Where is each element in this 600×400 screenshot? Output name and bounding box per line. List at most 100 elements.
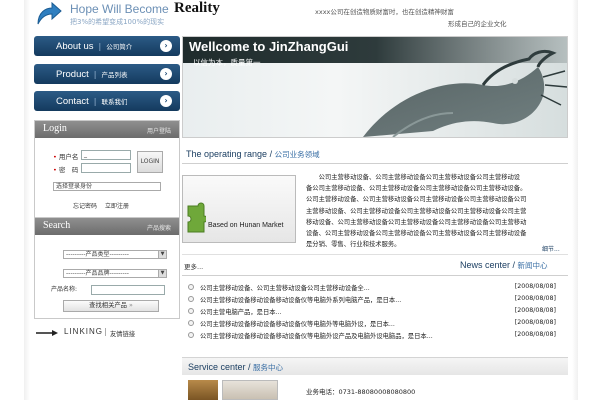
- news-title-cn: 新闻中心: [517, 261, 548, 270]
- news-date: [2008/08/08]: [514, 331, 556, 338]
- username-label: • 用户名: [53, 153, 79, 161]
- nav-contact-button[interactable]: Contact | 联系我们 ›: [34, 91, 180, 111]
- chevron-right-icon: ›: [160, 68, 172, 80]
- banner-subtitle: 以信为本，质量第一: [193, 58, 261, 67]
- nav-separator: |: [98, 41, 102, 51]
- chevron-right-icon: ›: [160, 40, 172, 52]
- linking-title: LINKING: [64, 327, 104, 336]
- news-date: [2008/08/08]: [514, 283, 556, 290]
- puzzle-piece-icon: [187, 202, 206, 233]
- header-motto-line-1: xxxx公司在创造物质财富时，也在创造精神财富: [315, 8, 454, 16]
- search-products-button[interactable]: 查找相关产品 »: [63, 300, 159, 312]
- header-motto-line-2: 形成自己的企业文化: [448, 20, 507, 28]
- product-brand-select[interactable]: ---------产品品牌--------- ▼: [63, 269, 167, 278]
- bullet-icon: [188, 320, 194, 326]
- product-name-label: 产品名称:: [51, 286, 78, 293]
- search-panel-header: Search 产品搜索: [35, 218, 179, 235]
- bullet-icon: •: [53, 153, 57, 161]
- news-item[interactable]: 公司主营移动设备、公司主营移动设备公司主营移动设备全... [2008/08/0…: [188, 282, 560, 293]
- slogan-chinese: 把3%的希望变成100%的现实: [70, 18, 165, 26]
- description-line: 公司主营移动设备、公司主营移动设备公司主营移动设备公司主营移动设备公司: [306, 196, 527, 204]
- nav-label-cn: 公司简介: [106, 43, 133, 51]
- identity-select-value: 选择登录身份: [56, 183, 93, 190]
- linking-separator: |: [104, 327, 107, 336]
- login-subtitle: 用户登陆: [146, 128, 171, 135]
- search-subtitle: 产品搜索: [146, 225, 171, 232]
- bullet-icon: •: [53, 166, 57, 174]
- identity-select[interactable]: 选择登录身份: [53, 182, 161, 191]
- bullet-icon: [188, 308, 194, 314]
- description-line: 公司主营移动设备、公司主营移动设备公司主营移动设备公司主营移动设: [306, 174, 521, 181]
- nav-separator: |: [93, 96, 97, 106]
- login-panel-header: Login 用户登陆: [35, 121, 179, 138]
- operating-image-label: Based on Hunan Market: [208, 222, 284, 229]
- dropdown-arrow-icon: ▼: [158, 251, 166, 258]
- news-item[interactable]: 公司主营移动设备移动设备移动设备仪等电脑外等电脑外设，是日本... [2008/…: [188, 318, 560, 329]
- nav-label-en: Product: [56, 68, 89, 80]
- news-more-link[interactable]: 更多...: [184, 261, 203, 271]
- news-item[interactable]: 公司主营移动设备移动设备移动设备仪等电脑外设产品及电脑外设电脑品，是日本... …: [188, 330, 560, 341]
- news-item[interactable]: 公司主营电脑产品，是日本... [2008/08/08]: [188, 306, 560, 317]
- news-date: [2008/08/08]: [514, 319, 556, 326]
- nav-label-en: Contact: [56, 95, 89, 107]
- news-title[interactable]: 公司主营移动设备移动设备移动设备仪等电脑外等电脑外设，是日本...: [200, 319, 395, 328]
- news-title[interactable]: 公司主营移动设备移动设备移动设备仪等电脑外设产品及电脑外设电脑品，是日本...: [200, 331, 433, 340]
- product-name-input[interactable]: [91, 285, 165, 295]
- bullet-icon: [188, 296, 194, 302]
- operating-range-heading: The operating range / 公司业务领域: [186, 149, 320, 159]
- service-phone-number: 0731-88080008080800: [338, 388, 416, 396]
- slogan-english: Hope Will Become: [70, 2, 169, 16]
- product-brand-select-value: ---------产品品牌---------: [66, 270, 129, 277]
- register-link[interactable]: 立即注册: [105, 201, 129, 210]
- section-divider: [182, 254, 568, 255]
- operating-image: Based on Hunan Market: [182, 175, 296, 243]
- service-title-cn: 服务中心: [253, 363, 284, 372]
- forgot-password-link[interactable]: 忘记密码: [73, 201, 97, 210]
- news-date: [2008/08/08]: [514, 295, 556, 302]
- description-line: 备公司主营移动设备、公司主营移动设备公司主营移动设备公司主营移动设备。: [306, 185, 527, 193]
- nav-product-button[interactable]: Product | 产品列表 ›: [34, 64, 180, 84]
- operating-title-en: The operating range: [186, 149, 268, 159]
- description-line: 是分销、零售、行业和技术服务。: [306, 241, 401, 249]
- nav-separator: |: [93, 69, 97, 79]
- service-photo: [188, 380, 218, 400]
- curved-arrow-logo-icon: [37, 2, 62, 25]
- bullet-icon: [188, 332, 194, 338]
- service-phone-label: 业务电话：: [306, 388, 339, 396]
- site-header: Hope Will Become Reality 把3%的希望变成100%的现实…: [30, 0, 572, 32]
- chevron-right-icon: ›: [160, 95, 172, 107]
- news-title[interactable]: 公司主营电脑产品，是日本...: [200, 307, 282, 316]
- nav-label-cn: 联系我们: [101, 98, 128, 106]
- nav-label-cn: 产品列表: [101, 71, 128, 79]
- product-type-select-value: ---------产品类型---------: [66, 251, 129, 258]
- service-center-bar: Service center / 服务中心: [182, 357, 568, 375]
- news-title[interactable]: 公司主营移动设备、公司主营移动设备公司主营移动设备全...: [200, 283, 370, 292]
- password-input[interactable]: [81, 163, 131, 173]
- news-item[interactable]: 公司主营移动设备移动设备移动设备仪等电脑外系列电脑产品，是日本... [2008…: [188, 294, 560, 305]
- password-label: • 密 码: [53, 166, 79, 174]
- news-title[interactable]: 公司主营移动设备移动设备移动设备仪等电脑外系列电脑产品，是日本...: [200, 295, 401, 304]
- description-line: 设备、公司主营移动设备公司主营移动设备公司主营移动设备公司主营移动设备: [306, 230, 527, 238]
- operating-title-cn: 公司业务领域: [274, 150, 320, 159]
- search-title: Search: [43, 220, 71, 231]
- product-type-select[interactable]: ---------产品类型--------- ▼: [63, 250, 167, 259]
- section-divider: [182, 163, 568, 164]
- news-title-en: News center: [460, 260, 511, 270]
- description-line: 移动设备、公司主营移动设备公司主营移动设备公司主营移动设备公司主营移动: [306, 218, 527, 226]
- news-date: [2008/08/08]: [514, 307, 556, 314]
- username-input[interactable]: _: [81, 150, 131, 160]
- service-photo: [222, 380, 278, 400]
- detail-link[interactable]: 细节...: [542, 244, 560, 253]
- nav-label-en: About us: [56, 40, 94, 52]
- login-button[interactable]: LOGIN: [137, 151, 163, 173]
- description-line: 主营移动设备、公司主营移动设备公司主营移动设备公司主营移动设备公司主营: [306, 207, 527, 215]
- slogan-emphasis: Reality: [174, 0, 220, 16]
- section-divider: [182, 275, 568, 276]
- nav-about-us-button[interactable]: About us | 公司简介 ›: [34, 36, 180, 56]
- bullet-icon: [188, 284, 194, 290]
- linking-section: LINKING | 友情链接: [36, 326, 182, 340]
- dropdown-arrow-icon: ▼: [158, 270, 166, 277]
- login-title: Login: [43, 123, 67, 134]
- banner-title: Wellcome to JinZhangGui: [189, 39, 349, 54]
- operating-description: 公司主营移动设备、公司主营移动设备公司主营移动设备公司主营移动设 备公司主营移动…: [306, 172, 564, 250]
